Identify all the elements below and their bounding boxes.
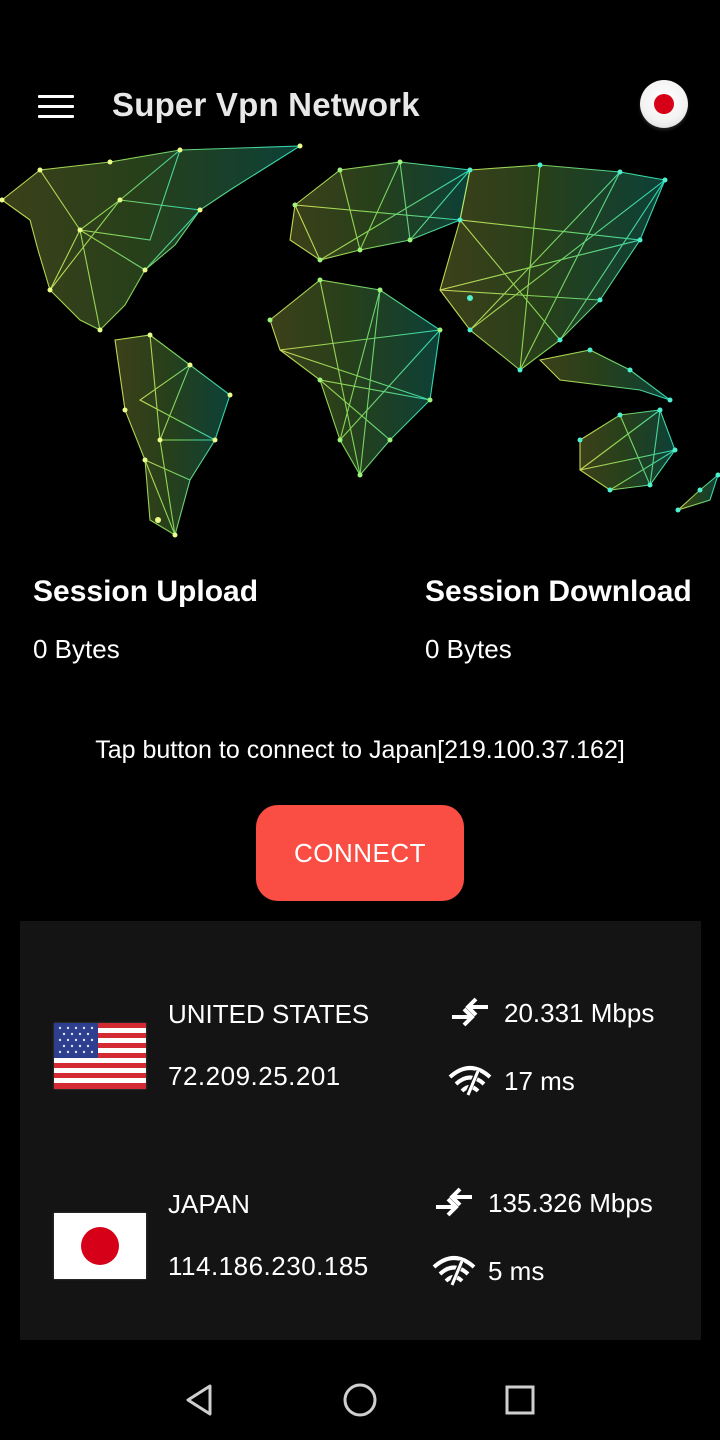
session-download-label: Session Download	[425, 575, 692, 608]
server-speed: 20.331 Mbps	[448, 995, 654, 1031]
app-title: Super Vpn Network	[112, 86, 420, 123]
recents-square-icon[interactable]	[500, 1380, 540, 1420]
system-nav-bar	[0, 1360, 720, 1440]
server-ip: 72.209.25.201	[168, 1061, 341, 1091]
server-ping: 17 ms	[448, 1063, 575, 1099]
session-download-value: 0 Bytes	[425, 634, 512, 664]
server-speed: 135.326 Mbps	[432, 1185, 653, 1221]
server-list: UNITED STATES 72.209.25.201 20.331 Mbps …	[20, 921, 701, 1340]
back-triangle-icon[interactable]	[180, 1380, 220, 1420]
usa-flag-icon	[54, 1023, 146, 1089]
session-upload-value: 0 Bytes	[33, 634, 120, 664]
speed-arrows-icon	[452, 997, 488, 1027]
server-ping-value: 17 ms	[504, 1065, 575, 1096]
speed-arrows-icon	[436, 1187, 472, 1217]
server-country: JAPAN	[168, 1189, 250, 1219]
server-speed-value: 135.326 Mbps	[488, 1187, 653, 1218]
wifi-signal-icon	[448, 1066, 492, 1099]
server-ping: 5 ms	[432, 1253, 544, 1289]
server-row-japan[interactable]: JAPAN 114.186.230.185 135.326 Mbps 5 ms	[20, 1151, 701, 1341]
wifi-signal-icon	[432, 1256, 476, 1289]
connect-hint: Tap button to connect to Japan[219.100.3…	[95, 736, 625, 764]
home-circle-icon[interactable]	[340, 1380, 380, 1420]
server-speed-value: 20.331 Mbps	[504, 997, 655, 1028]
world-network-map	[0, 143, 720, 538]
server-row-united-states[interactable]: UNITED STATES 72.209.25.201 20.331 Mbps …	[20, 961, 701, 1151]
server-ip: 114.186.230.185	[168, 1251, 369, 1281]
connect-button[interactable]: CONNECT	[256, 805, 464, 901]
server-country: UNITED STATES	[168, 999, 370, 1029]
session-upload-label: Session Upload	[33, 575, 259, 608]
japan-flag-icon	[54, 1213, 146, 1279]
japan-flag-icon[interactable]	[640, 80, 688, 128]
hamburger-menu-icon[interactable]	[30, 84, 82, 128]
server-ping-value: 5 ms	[488, 1255, 545, 1286]
